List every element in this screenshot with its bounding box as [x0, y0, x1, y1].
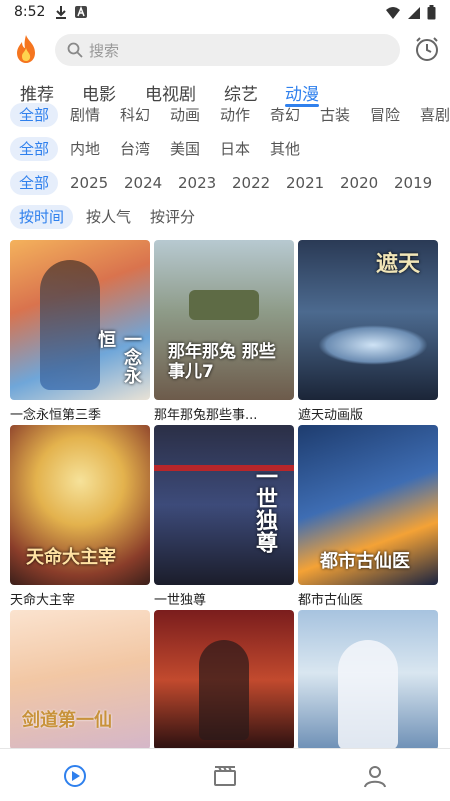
sort-chip[interactable]: 按人气: [86, 205, 131, 229]
poster-image[interactable]: 那年那兔 那些事儿7: [154, 240, 294, 400]
genre-chip[interactable]: 冒险: [370, 103, 400, 127]
search-bar[interactable]: 搜索: [55, 34, 400, 66]
genre-filter-row: 全部 剧情 科幻 动画 动作 奇幻 古装 冒险 喜剧: [0, 100, 450, 130]
poster-image[interactable]: [298, 610, 438, 750]
genre-chip[interactable]: 动画: [170, 103, 200, 127]
battery-icon: [427, 5, 436, 20]
poster-image[interactable]: 一念永恒: [10, 240, 150, 400]
anime-card[interactable]: 那年那兔 那些事儿7 那年那兔那些事...: [154, 240, 294, 423]
year-chip[interactable]: 2024: [124, 171, 162, 195]
flame-logo-icon[interactable]: [12, 34, 40, 64]
poster-image[interactable]: [154, 610, 294, 750]
poster-image[interactable]: 剑道第一仙: [10, 610, 150, 750]
genre-chip[interactable]: 奇幻: [270, 103, 300, 127]
anime-card[interactable]: 天命大主宰 天命大主宰: [10, 425, 150, 608]
year-chip[interactable]: 2022: [232, 171, 270, 195]
top-bar: 搜索: [0, 30, 450, 70]
region-chip[interactable]: 日本: [220, 137, 250, 161]
anime-card[interactable]: 剑道第一仙: [10, 610, 150, 750]
genre-chip[interactable]: 科幻: [120, 103, 150, 127]
year-chip[interactable]: 2020: [340, 171, 378, 195]
region-chip[interactable]: 其他: [270, 137, 300, 161]
year-chip[interactable]: 2023: [178, 171, 216, 195]
genre-chip[interactable]: 全部: [10, 103, 59, 127]
genre-chip[interactable]: 剧情: [70, 103, 100, 127]
year-chip[interactable]: 全部: [10, 171, 59, 195]
anime-card[interactable]: [154, 610, 294, 750]
card-title: 那年那兔那些事...: [154, 408, 258, 423]
bottom-navigation: [0, 748, 450, 801]
poster-image[interactable]: 天命大主宰: [10, 425, 150, 585]
region-filter-row: 全部 内地 台湾 美国 日本 其他: [0, 134, 450, 164]
card-title: 遮天动画版: [298, 408, 364, 423]
card-title: 天命大主宰: [10, 593, 76, 608]
status-bar: 8:52: [0, 0, 450, 26]
search-input[interactable]: 搜索: [89, 40, 119, 61]
card-title: 一世独尊: [154, 593, 207, 608]
poster-title-text: 一世独尊: [252, 465, 277, 553]
notification-a-icon: [75, 5, 87, 18]
year-chip[interactable]: 2021: [286, 171, 324, 195]
clapperboard-icon[interactable]: [210, 761, 240, 791]
region-chip[interactable]: 台湾: [120, 137, 150, 161]
search-icon: [67, 42, 83, 58]
sort-chip[interactable]: 按时间: [10, 205, 74, 229]
poster-title-text: 那年那兔 那些事儿7: [168, 342, 276, 382]
download-icon: [56, 6, 66, 19]
genre-chip[interactable]: 动作: [220, 103, 250, 127]
sort-chip[interactable]: 按评分: [150, 205, 195, 229]
poster-title-text: 都市古仙医: [320, 551, 410, 572]
history-clock-icon[interactable]: [414, 36, 440, 62]
card-title: 都市古仙医: [298, 593, 364, 608]
anime-card[interactable]: 一世独尊 一世独尊: [154, 425, 294, 608]
poster-title-text: 遮天: [376, 252, 421, 277]
poster-title-text: 天命大主宰: [26, 547, 116, 568]
genre-chip[interactable]: 喜剧: [420, 103, 450, 127]
anime-card[interactable]: 遮天 遮天动画版: [298, 240, 438, 423]
play-icon[interactable]: [60, 761, 90, 791]
poster-title-text: 剑道第一仙: [22, 710, 112, 731]
anime-card[interactable]: 都市古仙医 都市古仙医: [298, 425, 438, 608]
wifi-icon: [386, 6, 400, 19]
region-chip[interactable]: 全部: [10, 137, 59, 161]
sort-filter-row: 按时间 按人气 按评分: [0, 202, 450, 232]
signal-icon: [408, 6, 420, 19]
region-chip[interactable]: 美国: [170, 137, 200, 161]
poster-title-text: 一念永恒: [95, 330, 142, 384]
poster-image[interactable]: 遮天: [298, 240, 438, 400]
card-title: 一念永恒第三季: [10, 408, 102, 423]
poster-image[interactable]: 都市古仙医: [298, 425, 438, 585]
year-chip[interactable]: 2019: [394, 171, 432, 195]
anime-card[interactable]: [298, 610, 438, 750]
poster-image[interactable]: 一世独尊: [154, 425, 294, 585]
year-chip[interactable]: 2025: [70, 171, 108, 195]
genre-chip[interactable]: 古装: [320, 103, 350, 127]
year-filter-row: 全部 2025 2024 2023 2022 2021 2020 2019: [0, 168, 450, 198]
person-icon[interactable]: [360, 761, 390, 791]
status-time: 8:52: [14, 4, 46, 20]
anime-card[interactable]: 一念永恒 一念永恒第三季: [10, 240, 150, 423]
region-chip[interactable]: 内地: [70, 137, 100, 161]
